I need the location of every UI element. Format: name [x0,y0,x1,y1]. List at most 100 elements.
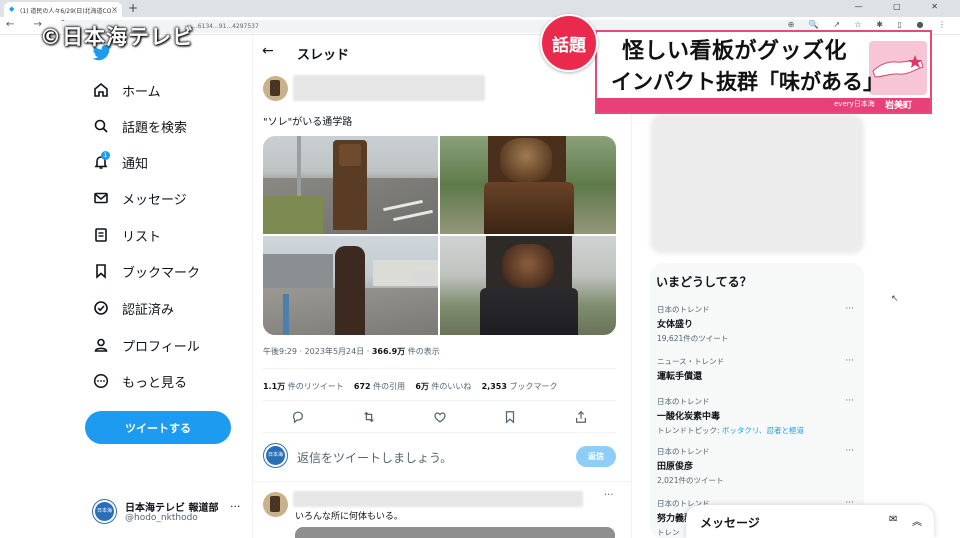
divider [263,432,616,433]
broadcaster-watermark: ©日本海テレビ [40,25,194,49]
reply-media[interactable] [295,527,615,538]
sidebar-item-label: ホーム [122,84,161,100]
like-stat[interactable]: 6万 件のいいね [415,382,471,391]
browser-tab-title: (1) 道民の人々6/29(日)北海道CO... [20,8,117,15]
messages-drawer[interactable]: メッセージ ✉ ︽ [686,505,934,538]
trend-more-icon[interactable]: ··· [845,304,854,314]
sidebar-item-profile[interactable]: プロフィール [92,334,200,356]
bookmark-icon [92,263,109,280]
trend-topic-link[interactable]: ボッタクリ、忍者と極道 [722,426,804,435]
twitter-favicon-icon: ◆ [9,5,15,13]
sidebar-item-label: 通知 [122,156,149,172]
views-label: 件の表示 [405,347,440,356]
tweet-author-avatar[interactable] [263,76,288,101]
sidebar-item-lists[interactable]: リスト [92,224,161,246]
expand-drawer-icon[interactable]: ︽ [912,513,922,528]
account-name: 日本海テレビ 報道部 [125,503,219,514]
retweet-stat[interactable]: 1.1万 件のリツイート [263,382,344,391]
tweet-meta: 午後9:29 · 2023年5月24日 · 366.9万 件の表示 [263,346,440,357]
new-tab-button[interactable]: + [128,1,138,15]
trend-more-icon[interactable]: ··· [845,446,854,456]
blurred-author-name [293,75,485,101]
messages-drawer-title: メッセージ [700,516,760,530]
close-tab-icon[interactable]: × [111,5,118,14]
share-icon[interactable] [574,410,588,424]
divider [263,400,616,401]
photo-3[interactable] [263,236,438,335]
sidebar-item-label: もっと見る [122,375,188,391]
divider [253,481,631,482]
caption-subheadline: インパクト抜群「味がある」 [611,70,884,94]
sidebar-item-label: 認証済み [122,302,175,318]
mouse-cursor-icon: ↖ [891,294,899,304]
sidebar-item-more[interactable]: もっと見る [92,370,187,392]
account-switcher[interactable]: 日本海テレビ 日本海テレビ 報道部 @hodo_nkthodo ··· [92,496,252,526]
trend-more-icon[interactable]: ··· [845,396,854,406]
caption-panel: 怪しい看板がグッズ化 インパクト抜群「味がある」 every日本海 岩美町 [595,30,932,114]
sidebar-item-label: メッセージ [122,192,187,208]
trend-item[interactable]: 日本のトレンド 女体盛り 19,621件のツイート ··· [657,304,862,344]
blurred-sidebar-panel [650,114,864,254]
sidebar-item-label: プロフィール [122,339,200,355]
back-arrow-icon[interactable]: ← [262,43,274,59]
location-label: 岩美町 [885,101,913,111]
sidebar-item-explore[interactable]: 話題を検索 [92,115,187,137]
quote-stat[interactable]: 672 件の引用 [354,382,405,391]
trend-item[interactable]: 日本のトレンド 田原俊彦 2,021件のツイート ··· [657,446,862,486]
reply-more-icon[interactable]: ··· [604,490,614,501]
trend-more-icon[interactable]: ··· [845,356,854,366]
sidebar-item-bookmarks[interactable]: ブックマーク [92,260,200,282]
program-name: every日本海 [834,100,875,108]
sidebar-item-label: リスト [122,229,162,245]
topic-badge: 話題 [540,14,598,72]
verified-icon [92,300,109,317]
page-title: スレッド [297,48,350,63]
avatar: 日本海テレビ [92,499,117,524]
trends-title: いまどうしてる？ [656,275,752,289]
caption-headline: 怪しい看板がグッズ化 [622,39,848,64]
caption-strip: every日本海 岩美町 [597,98,930,112]
tweet-media-grid[interactable] [263,136,616,335]
account-handle: @hodo_nkthodo [125,513,198,523]
trend-item[interactable]: 日本のトレンド 一酸化炭素中毒 トレンドトピック: ボッタクリ、忍者と極道 ··… [657,396,862,436]
news-caption-overlay: 話題 怪しい看板がグッズ化 インパクト抜群「味がある」 every日本海 岩美町 [540,14,950,117]
tweet-stats: 1.1万 件のリツイート 672 件の引用 6万 件のいいね 2,353 ブック… [263,381,557,392]
bookmark-action-icon[interactable] [503,410,517,424]
like-heart-icon[interactable] [433,410,447,424]
compose-message-icon[interactable]: ✉ [889,514,897,525]
reply-author-avatar[interactable] [263,492,288,517]
browser-tab[interactable]: ◆ (1) 道民の人々6/29(日)北海道CO... × [4,2,122,17]
account-more-icon[interactable]: ··· [230,500,241,513]
reply-input[interactable]: 返信をツイートしましょう。 [297,449,452,466]
mail-icon [92,190,109,207]
sidebar-item-notifications[interactable]: 1 通知 [92,150,149,173]
reply-icon[interactable] [291,410,305,424]
photo-1[interactable] [263,136,438,234]
tweet-button[interactable]: ツイートする [85,411,231,444]
divider [263,368,616,369]
sidebar-item-label: 話題を検索 [122,120,188,136]
photo-4[interactable] [440,236,616,335]
photo-2[interactable] [440,136,616,234]
reply-button[interactable]: 返信 [576,446,616,467]
sidebar-item-home[interactable]: ホーム [92,79,161,101]
list-icon [92,227,109,244]
search-icon [92,118,109,135]
window-controls[interactable]: — ▢ ✕ [855,2,952,11]
person-icon [92,337,109,354]
bell-icon: 1 [92,150,110,171]
more-circle-icon [92,373,109,390]
sidebar-item-messages[interactable]: メッセージ [92,187,187,209]
reply-composer-avatar: 日本海テレビ [263,443,288,468]
home-icon [92,82,109,99]
bookmark-stat[interactable]: 2,353 ブックマーク [482,382,558,391]
tweet-timestamp[interactable]: 午後9:29 · 2023年5月24日 · [263,347,372,356]
sidebar-item-label: ブックマーク [122,265,201,281]
tweet-text: "ソレ"がいる通学路 [263,117,353,128]
notification-badge: 1 [101,150,110,160]
blurred-reply-author [293,491,583,507]
trend-item[interactable]: ニュース・トレンド 運転手償還 ··· [657,356,862,382]
retweet-icon[interactable] [362,410,376,424]
views-value: 366.9万 [371,347,406,356]
sidebar-item-verified[interactable]: 認証済み [92,297,174,319]
